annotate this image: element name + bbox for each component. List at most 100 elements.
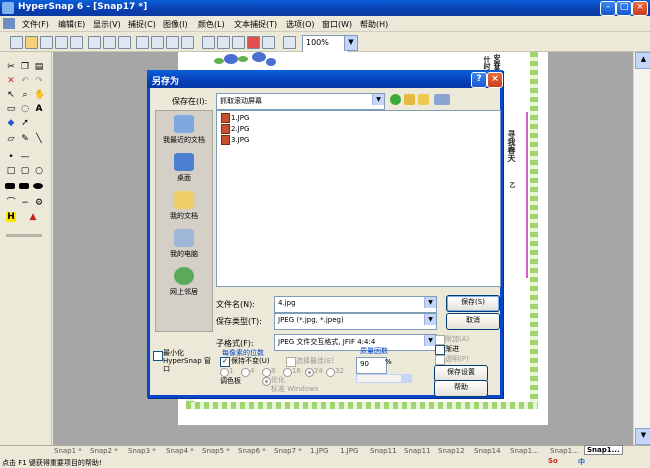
zoom-icon[interactable]: ⌕ <box>20 90 30 100</box>
place-desktop[interactable]: 桌面 <box>156 153 212 183</box>
resize-icon[interactable] <box>166 36 179 49</box>
pointer-icon[interactable]: ↖ <box>6 90 16 100</box>
rectangle-icon[interactable]: □ <box>6 166 16 176</box>
dot-icon[interactable]: • <box>6 152 16 162</box>
tab-snap[interactable]: Snap12 <box>438 447 465 455</box>
save-button[interactable]: 保存(S) <box>446 295 500 312</box>
transparent-checkbox[interactable] <box>435 355 445 365</box>
select-icon[interactable] <box>181 36 194 49</box>
menu-file[interactable]: 文件(F) <box>22 19 49 30</box>
fill-icon[interactable]: ◆ <box>6 118 16 128</box>
eraser-icon[interactable]: ▱ <box>6 134 16 144</box>
tab-snap[interactable]: 1.JPG <box>310 447 328 455</box>
tab-snap[interactable]: Snap14 <box>474 447 501 455</box>
optimize-radio[interactable] <box>262 377 271 386</box>
undo-icon[interactable]: ↶ <box>20 76 30 86</box>
tab-snap[interactable]: Snap1... <box>510 447 539 455</box>
dash-icon[interactable]: — <box>20 152 30 162</box>
filled-rounded-rect-icon[interactable] <box>19 183 29 189</box>
help-icon[interactable]: ? <box>471 72 487 88</box>
mirror-icon[interactable] <box>217 36 230 49</box>
copy-icon[interactable]: ❐ <box>20 62 30 72</box>
save-all-icon[interactable] <box>55 36 68 49</box>
rounded-rect-icon[interactable]: ▢ <box>20 166 30 176</box>
filename-input[interactable]: 4.jpg ▼ <box>274 296 437 313</box>
best-checkbox[interactable] <box>286 357 296 367</box>
menu-edit[interactable]: 编辑(E) <box>58 19 85 30</box>
arrow-tool-icon[interactable]: ➚ <box>20 118 30 128</box>
cancel-button[interactable]: 取消 <box>446 313 500 330</box>
menu-capture[interactable]: 捕捉(C) <box>128 19 156 30</box>
file-item[interactable]: 1.JPG <box>221 113 249 123</box>
menu-image[interactable]: 图像(I) <box>163 19 188 30</box>
maximize-window-button[interactable]: □ <box>616 1 632 16</box>
hand-icon[interactable]: ✋ <box>34 90 45 100</box>
file-list[interactable]: 1.JPG 2.JPG 3.JPG <box>216 110 501 287</box>
file-item[interactable]: 3.JPG <box>221 135 249 145</box>
capture-screen-icon[interactable] <box>88 36 101 49</box>
quality-input[interactable]: 90 <box>356 357 387 374</box>
new-icon[interactable] <box>10 36 23 49</box>
edit-icon[interactable] <box>136 36 149 49</box>
color-icon[interactable] <box>247 36 260 49</box>
highlight-icon[interactable]: H <box>6 212 16 222</box>
vertical-scrollbar[interactable]: ▲ ▼ <box>633 52 650 445</box>
quality-thumb[interactable] <box>401 375 411 382</box>
print-icon[interactable] <box>70 36 83 49</box>
tab-snap[interactable]: Snap3 * <box>128 447 156 455</box>
chevron-down-icon[interactable]: ▼ <box>424 314 436 325</box>
stamp-tool-icon[interactable]: ⚙ <box>34 198 44 208</box>
tab-snap[interactable]: Snap5 * <box>202 447 230 455</box>
menu-color[interactable]: 颜色(L) <box>198 19 225 30</box>
chevron-down-icon[interactable]: ▼ <box>344 35 358 51</box>
view-menu-icon[interactable] <box>434 94 450 105</box>
quality-scrollbar[interactable] <box>356 374 412 383</box>
menu-view[interactable]: 显示(V) <box>93 19 121 30</box>
subformat-select[interactable]: JPEG 文件交互格式, JFIF 4:4:4 ▼ <box>274 334 437 351</box>
help-button[interactable]: 帮助 <box>434 380 488 397</box>
filled-ellipse-icon[interactable] <box>33 183 43 189</box>
lasso-icon[interactable]: ◌ <box>20 104 30 114</box>
tab-snap[interactable]: Snap7 * <box>274 447 302 455</box>
menu-window[interactable]: 窗口(W) <box>322 19 352 30</box>
tray-ime[interactable]: 中 <box>578 457 585 467</box>
stamp-icon[interactable] <box>262 36 275 49</box>
bits-radio-24[interactable] <box>305 368 314 377</box>
tab-snap-active[interactable]: Snap1... <box>584 445 623 455</box>
delete-icon[interactable]: ✕ <box>6 76 16 86</box>
tab-snap[interactable]: Snap11 <box>404 447 431 455</box>
document-icon[interactable] <box>3 18 15 29</box>
place-network[interactable]: 网上邻居 <box>156 267 212 297</box>
redo-icon[interactable]: ↷ <box>34 76 44 86</box>
menu-help[interactable]: 帮助(H) <box>360 19 388 30</box>
tab-snap[interactable]: 1.JPG <box>340 447 358 455</box>
rect-select-icon[interactable]: ▭ <box>6 104 16 114</box>
tab-snap[interactable]: Snap1... <box>550 447 579 455</box>
place-recent[interactable]: 我最近的文档 <box>156 115 212 145</box>
tray-label[interactable]: So <box>548 457 558 467</box>
keep-checkbox[interactable]: ✓ <box>220 357 230 367</box>
line-icon[interactable]: ╲ <box>34 134 44 144</box>
filetype-select[interactable]: JPEG (*.jpg, *.jpeg) ▼ <box>274 313 437 330</box>
scroll-up-icon[interactable]: ▲ <box>635 52 650 69</box>
file-item[interactable]: 2.JPG <box>221 124 249 134</box>
zoom-select[interactable]: 100% <box>302 35 349 53</box>
progressive-checkbox[interactable] <box>435 345 445 355</box>
tab-snap[interactable]: Snap2 * <box>90 447 118 455</box>
close-window-button[interactable]: × <box>632 1 648 16</box>
close-icon[interactable]: × <box>487 72 503 88</box>
chevron-down-icon[interactable]: ▼ <box>424 297 436 308</box>
place-my-documents[interactable]: 我的文档 <box>156 191 212 221</box>
capture-window-icon[interactable] <box>103 36 116 49</box>
crop-icon[interactable] <box>151 36 164 49</box>
paste-icon[interactable]: ▤ <box>34 62 44 72</box>
bits-radio-32[interactable] <box>326 368 335 377</box>
place-my-computer[interactable]: 我的电脑 <box>156 229 212 259</box>
tab-snap[interactable]: Snap6 * <box>238 447 266 455</box>
flip-icon[interactable] <box>232 36 245 49</box>
bits-radio-4[interactable] <box>241 368 250 377</box>
menu-text-capture[interactable]: 文本捕捉(T) <box>234 19 277 30</box>
filled-rect-icon[interactable] <box>5 183 15 189</box>
new-folder-icon[interactable] <box>418 94 429 105</box>
open-icon[interactable] <box>25 36 38 49</box>
